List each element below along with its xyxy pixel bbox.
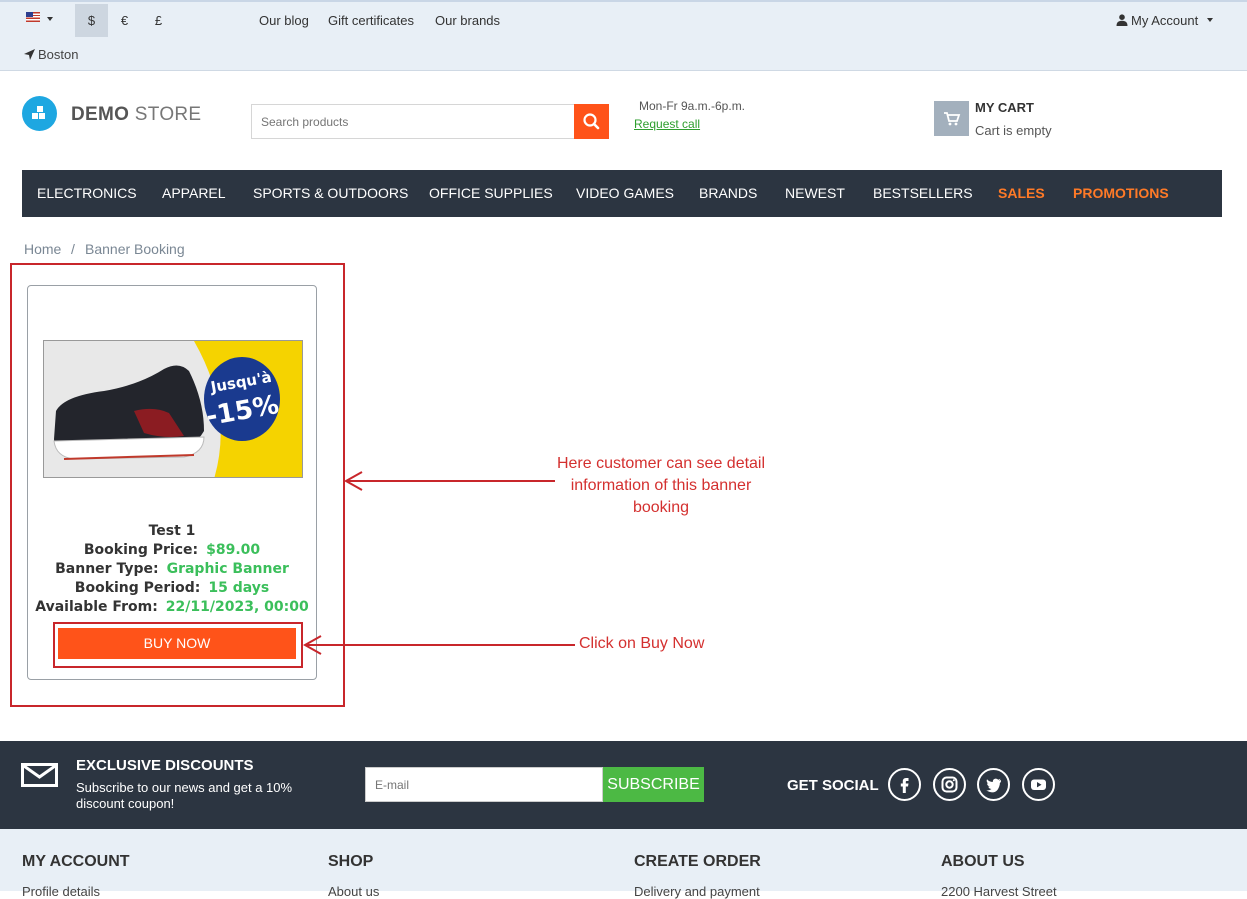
footer-columns: MY ACCOUNT SHOP CREATE ORDER ABOUT US Pr… (0, 829, 1247, 899)
envelope-icon (21, 763, 58, 787)
twitter-icon[interactable] (977, 768, 1010, 801)
footer-col-my-account: MY ACCOUNT (22, 853, 130, 870)
footer-col-about-us: ABOUT US (941, 853, 1025, 870)
youtube-icon[interactable] (1022, 768, 1055, 801)
footer-col-create-order: CREATE ORDER (634, 853, 761, 870)
footer-col-shop: SHOP (328, 853, 374, 870)
detail-annotation-note: Here customer can see detail information… (556, 455, 766, 516)
social-title: GET SOCIAL (787, 777, 879, 794)
email-field[interactable] (365, 767, 603, 802)
buy-annotation-note: Click on Buy Now (579, 635, 705, 652)
instagram-icon[interactable] (933, 768, 966, 801)
newsletter-subtitle: Subscribe to our news and get a 10% disc… (76, 780, 293, 811)
newsletter-title: EXCLUSIVE DISCOUNTS (76, 757, 254, 774)
subscribe-button[interactable]: SUBSCRIBE (603, 767, 704, 802)
footer-link-delivery-payment[interactable]: Delivery and payment (634, 884, 760, 899)
newsletter-band: EXCLUSIVE DISCOUNTS Subscribe to our new… (0, 741, 1247, 829)
footer-link-profile-details[interactable]: Profile details (22, 884, 100, 899)
footer-address: 2200 Harvest Street (941, 884, 1057, 899)
footer-link-about-us[interactable]: About us (328, 884, 379, 899)
facebook-icon[interactable] (888, 768, 921, 801)
